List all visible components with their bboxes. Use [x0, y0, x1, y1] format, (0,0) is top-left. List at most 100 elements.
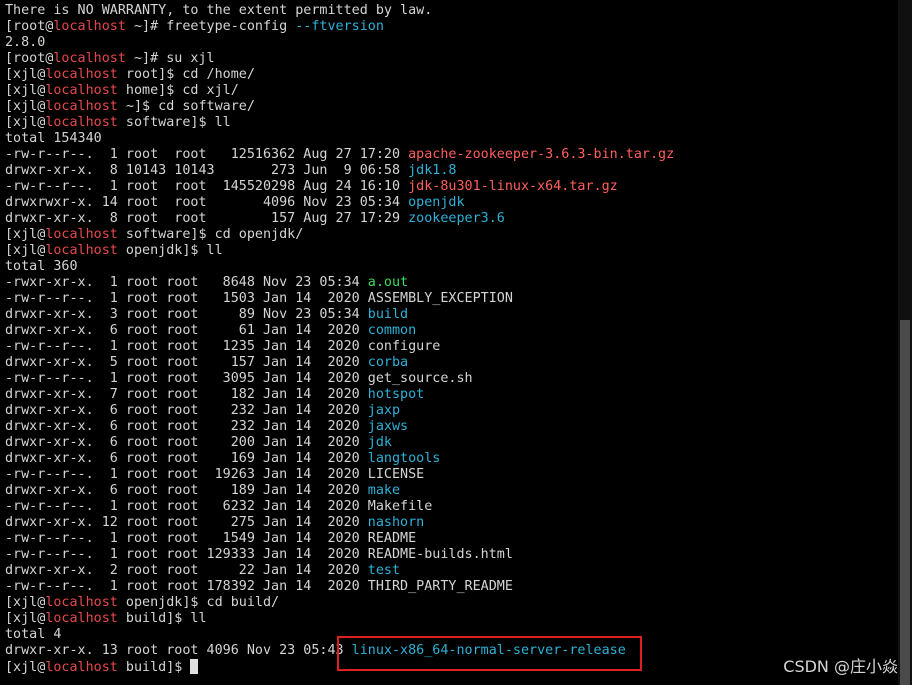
directory-name: langtools	[367, 451, 441, 466]
output-text: drwxr-xr-x. 3 root root 89 Nov 23 05:34	[5, 307, 368, 322]
archive-file-name: apache-zookeeper-3.6.3-bin.tar.gz	[408, 147, 675, 162]
terminal-line: [xjl@localhost software]$ cd openjdk/	[5, 227, 898, 243]
output-text: [xjl@	[5, 595, 46, 610]
output-text: [xjl@	[5, 83, 46, 98]
output-text: build]$	[117, 660, 191, 675]
vertical-scrollbar[interactable]	[898, 0, 912, 685]
terminal-line: total 154340	[5, 131, 898, 147]
terminal-line: drwxr-xr-x. 6 root root 232 Jan 14 2020 …	[5, 403, 898, 419]
directory-name: jaxws	[367, 419, 409, 434]
text-cursor	[190, 659, 199, 674]
terminal-output[interactable]: There is NO WARRANTY, to the extent perm…	[0, 0, 898, 685]
output-text: -rw-r--r--. 1 root root 178392 Jan 14 20…	[5, 579, 513, 594]
output-text: ~]# freetype-config	[125, 19, 296, 34]
terminal-line: drwxr-xr-x. 3 root root 89 Nov 23 05:34 …	[5, 307, 898, 323]
output-text: [xjl@	[5, 99, 46, 114]
output-text: -rw-r--r--. 1 root root 1235 Jan 14 2020…	[5, 339, 441, 354]
terminal-line: drwxr-xr-x. 6 root root 169 Jan 14 2020 …	[5, 451, 898, 467]
output-text: -rw-r--r--. 1 root root 6232 Jan 14 2020…	[5, 499, 433, 514]
terminal-line: [xjl@localhost openjdk]$ ll	[5, 243, 898, 259]
output-text: [xjl@	[5, 115, 46, 130]
output-text: -rw-r--r--. 1 root root 1503 Jan 14 2020…	[5, 291, 513, 306]
output-text: drwxrwxr-x. 14 root root 4096 Nov 23 05:…	[5, 195, 409, 210]
terminal-line: drwxr-xr-x. 6 root root 200 Jan 14 2020 …	[5, 435, 898, 451]
terminal-line: [xjl@localhost openjdk]$ cd build/	[5, 595, 898, 611]
output-text: software]$ ll	[117, 115, 231, 130]
prompt-hostname: localhost	[45, 115, 118, 130]
terminal-line: drwxr-xr-x. 8 10143 10143 273 Jun 9 06:5…	[5, 163, 898, 179]
terminal-line: -rw-r--r--. 1 root root 19263 Jan 14 202…	[5, 467, 898, 483]
directory-name: jdk	[367, 435, 392, 450]
terminal-line: drwxr-xr-x. 6 root root 232 Jan 14 2020 …	[5, 419, 898, 435]
terminal-line: -rw-r--r--. 1 root root 12516362 Aug 27 …	[5, 147, 898, 163]
directory-name: --ftversion	[295, 19, 384, 34]
directory-name: corba	[367, 355, 409, 370]
terminal-line: [xjl@localhost ~]$ cd software/	[5, 99, 898, 115]
output-text: drwxr-xr-x. 6 root root 61 Jan 14 2020	[5, 323, 368, 338]
output-text: drwxr-xr-x. 6 root root 232 Jan 14 2020	[5, 419, 368, 434]
terminal-line: total 360	[5, 259, 898, 275]
directory-name: test	[367, 563, 401, 578]
output-text: drwxr-xr-x. 5 root root 157 Jan 14 2020	[5, 355, 368, 370]
terminal-line: [xjl@localhost home]$ cd xjl/	[5, 83, 898, 99]
output-text: -rwxr-xr-x. 1 root root 8648 Nov 23 05:3…	[5, 275, 368, 290]
directory-name: nashorn	[367, 515, 425, 530]
directory-name: hotspot	[367, 387, 425, 402]
output-text: [xjl@	[5, 660, 46, 675]
prompt-hostname: localhost	[45, 83, 118, 98]
archive-file-name: jdk-8u301-linux-x64.tar.gz	[408, 179, 618, 194]
prompt-hostname: localhost	[45, 243, 118, 258]
highlight-box	[337, 636, 642, 671]
output-text: ~]$ cd software/	[117, 99, 255, 114]
prompt-hostname: localhost	[45, 660, 118, 675]
terminal-line: -rw-r--r--. 1 root root 6232 Jan 14 2020…	[5, 499, 898, 515]
directory-name: common	[367, 323, 417, 338]
terminal-line: -rw-r--r--. 1 root root 1503 Jan 14 2020…	[5, 291, 898, 307]
terminal-line: drwxr-xr-x. 6 root root 189 Jan 14 2020 …	[5, 483, 898, 499]
output-text: drwxr-xr-x. 6 root root 232 Jan 14 2020	[5, 403, 368, 418]
output-text: [xjl@	[5, 243, 46, 258]
scrollbar-thumb[interactable]	[900, 320, 910, 685]
directory-name: build	[367, 307, 409, 322]
output-text: software]$ cd openjdk/	[117, 227, 304, 242]
output-text: drwxr-xr-x. 6 root root 200 Jan 14 2020	[5, 435, 368, 450]
terminal-line: [root@localhost ~]# freetype-config --ft…	[5, 19, 898, 35]
output-text: drwxr-xr-x. 7 root root 182 Jan 14 2020	[5, 387, 368, 402]
output-text: drwxr-xr-x. 8 root root 157 Aug 27 17:29	[5, 211, 409, 226]
output-text: total 4	[5, 627, 62, 642]
output-text: [root@	[5, 51, 54, 66]
terminal-line: drwxr-xr-x. 2 root root 22 Jan 14 2020 t…	[5, 563, 898, 579]
output-text: [root@	[5, 19, 54, 34]
output-text: drwxr-xr-x. 12 root root 275 Jan 14 2020	[5, 515, 368, 530]
output-text: openjdk]$ cd build/	[117, 595, 280, 610]
output-text: -rw-r--r--. 1 root root 12516362 Aug 27 …	[5, 147, 409, 162]
output-text: drwxr-xr-x. 8 10143 10143 273 Jun 9 06:5…	[5, 163, 409, 178]
terminal-line: There is NO WARRANTY, to the extent perm…	[5, 3, 898, 19]
prompt-hostname: localhost	[45, 99, 118, 114]
output-text: -rw-r--r--. 1 root root 3095 Jan 14 2020…	[5, 371, 473, 386]
terminal-line: drwxr-xr-x. 8 root root 157 Aug 27 17:29…	[5, 211, 898, 227]
prompt-hostname: localhost	[45, 67, 118, 82]
output-text: build]$ ll	[117, 611, 207, 626]
terminal-line: -rw-r--r--. 1 root root 3095 Jan 14 2020…	[5, 371, 898, 387]
output-text: -rw-r--r--. 1 root root 145520298 Aug 24…	[5, 179, 409, 194]
output-text: drwxr-xr-x. 6 root root 189 Jan 14 2020	[5, 483, 368, 498]
terminal-line: -rw-r--r--. 1 root root 129333 Jan 14 20…	[5, 547, 898, 563]
output-text: total 154340	[5, 131, 102, 146]
output-text: root]$ cd /home/	[117, 67, 255, 82]
prompt-hostname: localhost	[45, 611, 118, 626]
prompt-hostname: localhost	[53, 19, 126, 34]
directory-name: jdk1.8	[408, 163, 457, 178]
terminal-line: -rwxr-xr-x. 1 root root 8648 Nov 23 05:3…	[5, 275, 898, 291]
terminal-line: -rw-r--r--. 1 root root 145520298 Aug 24…	[5, 179, 898, 195]
terminal-line: -rw-r--r--. 1 root root 1235 Jan 14 2020…	[5, 339, 898, 355]
output-text: -rw-r--r--. 1 root root 19263 Jan 14 202…	[5, 467, 425, 482]
output-text: -rw-r--r--. 1 root root 1549 Jan 14 2020…	[5, 531, 417, 546]
prompt-hostname: localhost	[53, 51, 126, 66]
output-text: 2.8.0	[5, 35, 46, 50]
output-text: ~]# su xjl	[125, 51, 215, 66]
output-text: home]$ cd xjl/	[117, 83, 239, 98]
terminal-line: drwxr-xr-x. 5 root root 157 Jan 14 2020 …	[5, 355, 898, 371]
output-text: -rw-r--r--. 1 root root 129333 Jan 14 20…	[5, 547, 513, 562]
output-text: openjdk]$ ll	[117, 243, 223, 258]
